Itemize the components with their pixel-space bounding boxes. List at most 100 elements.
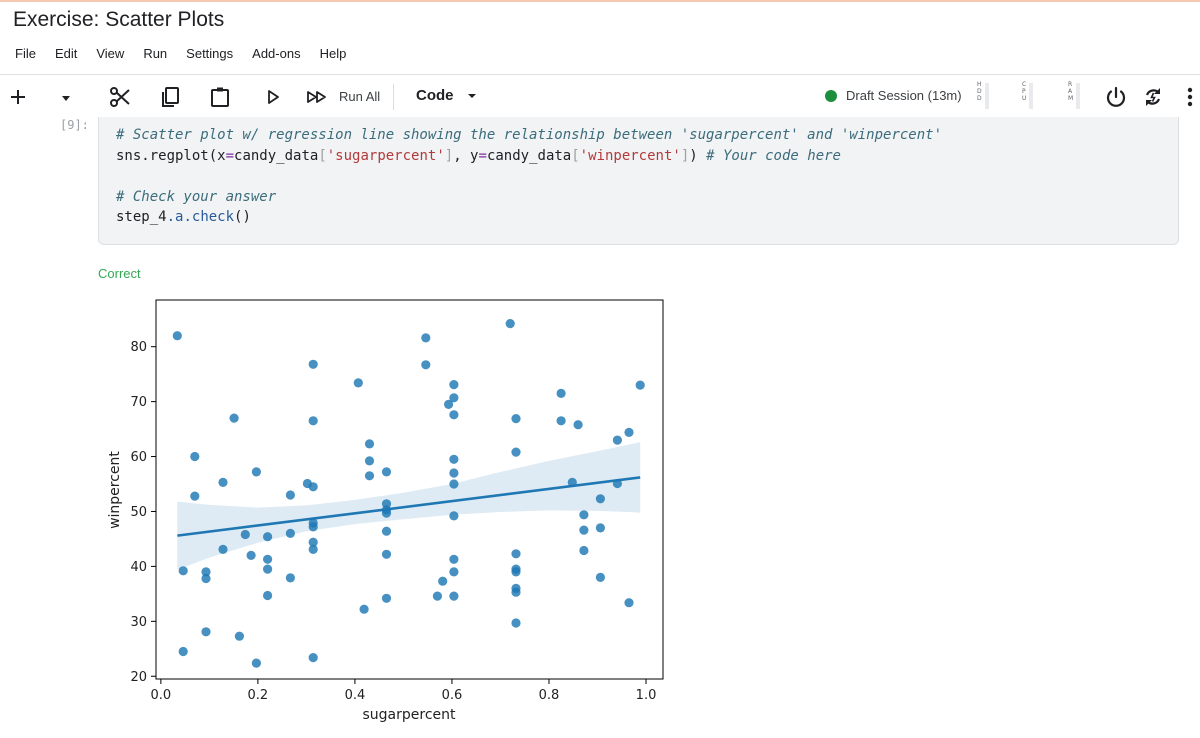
scatter-point [285,528,295,538]
scatter-point [190,451,200,462]
cpu-meter[interactable]: CPU [1022,81,1034,109]
y-tick-label: 70 [130,395,147,410]
code-cell-editor[interactable]: # Scatter plot w/ regression line showin… [98,117,1179,245]
scatter-plot: 0.0 0.2 0.4 0.6 0.8 1.0 20 30 40 50 60 70 80 sugarpe… [107,299,664,723]
menu-settings[interactable]: Settings [186,46,233,61]
scatter-point [511,567,521,577]
code-token: ] [680,147,690,164]
scatter-point [364,439,375,449]
ram-meter-bar [1076,83,1081,109]
scatter-point [595,572,605,582]
code-token: . [166,209,176,225]
y-tick-label: 50 [130,505,147,520]
scatter-point [201,627,211,637]
paste-button[interactable] [208,85,232,109]
cpu-meter-bar [1029,83,1034,109]
x-tick-label: 0.6 [442,688,463,703]
power-button[interactable] [1104,85,1128,109]
code-comment: # Your code here [706,147,841,164]
session-status[interactable]: Draft Session (13m) [825,88,962,103]
y-tick-label: 60 [130,450,147,465]
scatter-point [432,591,442,601]
cell-type-select[interactable]: Code [416,87,478,104]
more-options-button[interactable] [1178,85,1200,109]
session-status-dot [825,89,837,102]
toolbar-divider [393,84,394,110]
scatter-point [449,479,459,489]
meter-letter: R [1068,81,1073,88]
notebook-title[interactable]: Exercise: Scatter Plots [13,8,224,32]
scatter-point [285,490,295,500]
scatter-point [251,467,261,477]
chevron-down-icon [62,96,70,101]
run-all-label[interactable]: Run All [339,89,380,104]
x-tick-label: 0.8 [539,688,560,703]
code-token: step_4 [116,209,167,225]
copy-button[interactable] [158,85,182,109]
menu-add-ons[interactable]: Add-ons [252,46,300,61]
scatter-point [511,549,521,559]
scatter-point [234,631,244,641]
scatter-point [353,378,363,388]
code-token: [ [571,147,580,164]
scatter-point [579,525,589,535]
scatter-point [449,468,459,478]
more-vert-icon [1187,87,1193,107]
restart-button[interactable] [1141,85,1165,109]
refresh-icon [1145,88,1161,106]
scatter-point [190,491,200,501]
scatter-point [381,526,392,536]
scatter-point [511,447,521,457]
fast-forward-icon [307,91,326,103]
scatter-point [381,549,392,559]
scatter-point [511,618,521,628]
menu-run[interactable]: Run [143,46,167,61]
menu-file[interactable]: File [15,46,36,61]
scatter-point [438,576,448,586]
scatter-point [449,410,459,420]
scatter-point [364,471,375,481]
scatter-point [595,523,605,533]
scatter-point [308,653,318,663]
ram-meter[interactable]: RAM [1068,81,1081,109]
x-tick-label: 0.2 [248,688,269,703]
scatter-point [308,482,318,492]
scatter-point [381,593,392,603]
hdd-meter[interactable]: HDD [977,81,989,109]
scatter-point [308,359,318,369]
scatter-point [178,566,188,576]
scatter-point [612,478,623,489]
y-tick-label: 40 [130,560,147,575]
code-token: () [234,209,251,225]
scatter-point [308,522,318,532]
code-cell-source[interactable]: # Scatter plot w/ regression line showin… [116,125,942,228]
meter-letter: M [1068,95,1074,102]
menu-help[interactable]: Help [320,46,347,61]
add-cell-button[interactable] [8,87,28,107]
code-token: = [225,147,235,164]
scatter-point [263,590,273,601]
cut-button[interactable] [108,85,132,109]
play-icon [268,90,279,104]
meter-letter: A [1068,88,1073,95]
x-tick-label: 0.0 [151,688,172,703]
plus-icon [11,90,25,104]
meter-letter: P [1022,88,1026,95]
code-token: check [191,209,235,225]
code-token: 'winpercent' [579,147,681,164]
scatter-point [308,544,318,554]
y-tick-label: 30 [130,615,147,630]
scatter-point [229,413,239,423]
scatter-point [567,477,577,487]
menu-edit[interactable]: Edit [55,46,77,61]
scatter-point [263,554,273,564]
menu-view[interactable]: View [96,46,124,61]
scatter-point [263,564,273,574]
clipboard-icon [211,87,229,107]
run-all-button[interactable] [305,88,329,106]
scatter-point [178,646,188,657]
add-cell-dropdown[interactable] [58,90,74,106]
run-cell-button[interactable] [264,88,282,106]
scissors-icon [110,87,130,107]
scatter-point [172,331,182,341]
